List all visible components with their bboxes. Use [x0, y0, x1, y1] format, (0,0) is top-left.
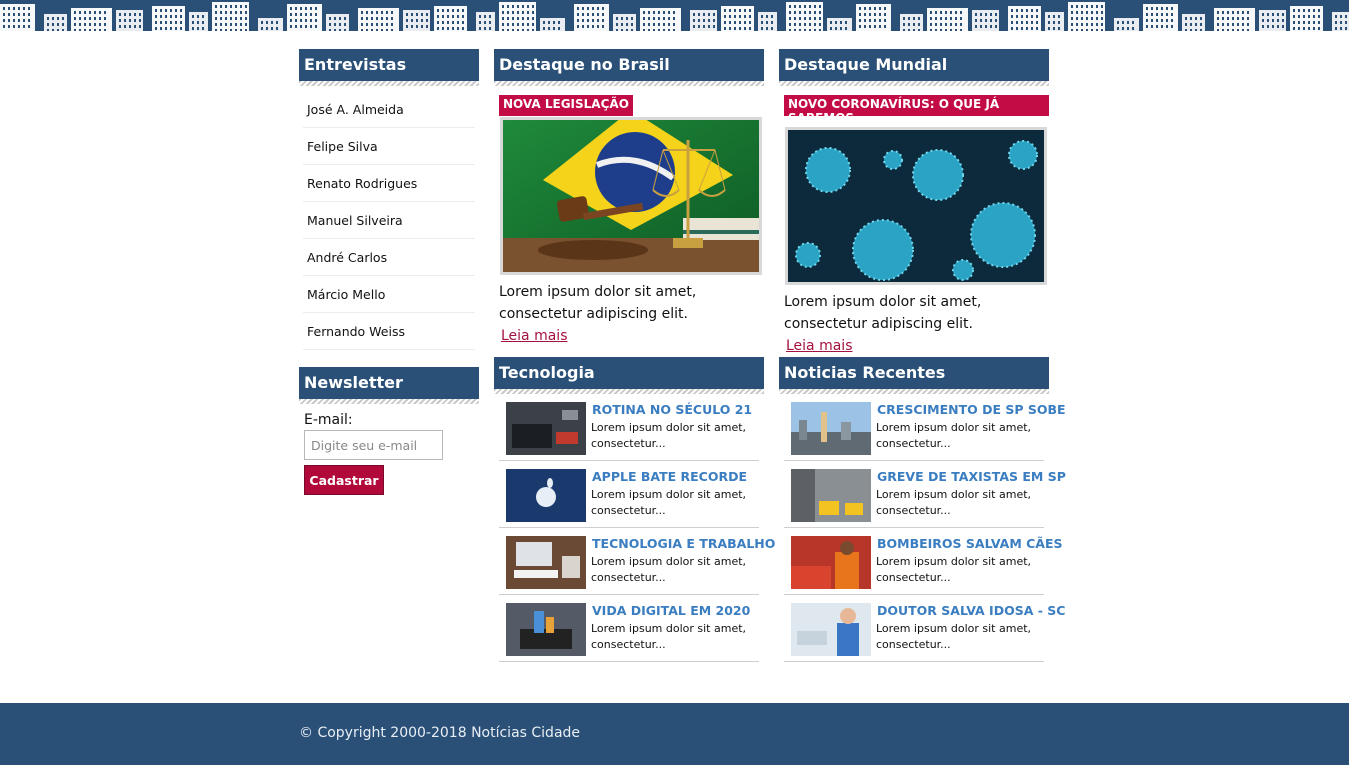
recentes-list: CRESCIMENTO DE SP SOBE Lorem ipsum dolor…: [779, 394, 1066, 662]
read-more-link[interactable]: Leia mais: [501, 325, 764, 347]
news-item[interactable]: BOMBEIROS SALVAM CÃES Lorem ipsum dolor …: [784, 528, 1063, 595]
tecnologia-heading: Tecnologia: [494, 357, 764, 389]
recentes-panel: Noticias Recentes CRESCIMENTO DE SP SOBE…: [779, 357, 1066, 662]
news-item[interactable]: APPLE BATE RECORDE Lorem ipsum dolor sit…: [499, 461, 759, 528]
newsletter-section: Newsletter E-mail: Cadastrar: [299, 367, 479, 495]
news-item[interactable]: ROTINA NO SÉCULO 21 Lorem ipsum dolor si…: [499, 394, 759, 461]
subscribe-button[interactable]: Cadastrar: [304, 465, 384, 495]
city-skyline-banner: [0, 0, 1349, 34]
entrevistas-heading: Entrevistas: [299, 49, 479, 81]
news-item-title[interactable]: DOUTOR SALVA IDOSA - SC: [877, 603, 1065, 618]
news-item-text: Lorem ipsum dolor sit amet, consectetur.…: [876, 488, 1032, 517]
destaque-mundial-panel: Destaque Mundial NOVO CORONAVÍRUS: O QUE…: [779, 49, 1049, 357]
email-label: E-mail:: [304, 412, 353, 428]
news-item-text: Lorem ipsum dolor sit amet, consectetur.…: [591, 622, 747, 651]
news-item-title[interactable]: GREVE DE TAXISTAS EM SP: [877, 469, 1066, 484]
newsletter-heading: Newsletter: [299, 367, 479, 399]
news-item-title[interactable]: ROTINA NO SÉCULO 21: [592, 402, 752, 417]
entrevista-link[interactable]: Fernando Weiss: [303, 313, 475, 350]
taxis-street-thumbnail[interactable]: [791, 469, 871, 522]
news-item-text: Lorem ipsum dolor sit amet, consectetur.…: [876, 421, 1032, 450]
heading-stripe: [494, 81, 764, 86]
entrevista-link[interactable]: Manuel Silveira: [303, 202, 475, 239]
news-item-text: Lorem ipsum dolor sit amet, consectetur.…: [876, 555, 1032, 584]
heading-stripe: [299, 399, 479, 404]
feature-tag[interactable]: NOVA LEGISLAÇÃO: [499, 95, 633, 116]
news-item-text: Lorem ipsum dolor sit amet, consectetur.…: [591, 555, 747, 584]
laptop-desk-thumbnail[interactable]: [506, 402, 586, 455]
news-item-title[interactable]: TECNOLOGIA E TRABALHO: [592, 536, 775, 551]
news-item[interactable]: VIDA DIGITAL EM 2020 Lorem ipsum dolor s…: [499, 595, 759, 662]
destaque-mundial-heading: Destaque Mundial: [779, 49, 1049, 81]
tecnologia-panel: Tecnologia ROTINA NO SÉCULO 21 Lorem ips…: [494, 357, 775, 662]
news-item-title[interactable]: APPLE BATE RECORDE: [592, 469, 747, 484]
sp-skyline-thumbnail[interactable]: [791, 402, 871, 455]
entrevista-link[interactable]: Felipe Silva: [303, 128, 475, 165]
doctor-thumbnail[interactable]: [791, 603, 871, 656]
copyright-text: © Copyright 2000-2018 Notícias Cidade: [299, 725, 581, 741]
firefighter-thumbnail[interactable]: [791, 536, 871, 589]
tecnologia-list: ROTINA NO SÉCULO 21 Lorem ipsum dolor si…: [494, 394, 775, 662]
email-input[interactable]: [304, 430, 443, 460]
coronavirus-image[interactable]: [785, 127, 1047, 285]
read-more-link[interactable]: Leia mais: [786, 335, 1049, 357]
news-item[interactable]: DOUTOR SALVA IDOSA - SC Lorem ipsum dolo…: [784, 595, 1065, 662]
entrevistas-list: José A. Almeida Felipe Silva Renato Rodr…: [299, 91, 479, 350]
feature-summary: Lorem ipsum dolor sit amet, consectetur …: [499, 284, 697, 322]
heading-stripe: [779, 81, 1049, 86]
news-item-text: Lorem ipsum dolor sit amet, consectetur.…: [591, 421, 747, 450]
entrevista-link[interactable]: Márcio Mello: [303, 276, 475, 313]
news-item[interactable]: CRESCIMENTO DE SP SOBE Lorem ipsum dolor…: [784, 394, 1066, 461]
destaque-brasil-heading: Destaque no Brasil: [494, 49, 764, 81]
news-item-text: Lorem ipsum dolor sit amet, consectetur.…: [591, 488, 747, 517]
news-item-title[interactable]: VIDA DIGITAL EM 2020: [592, 603, 750, 618]
feature-summary: Lorem ipsum dolor sit amet, consectetur …: [784, 294, 982, 332]
heading-stripe: [299, 81, 479, 86]
news-item-title[interactable]: CRESCIMENTO DE SP SOBE: [877, 402, 1066, 417]
footer: © Copyright 2000-2018 Notícias Cidade: [0, 703, 1349, 765]
destaque-brasil-panel: Destaque no Brasil NOVA LEGISLAÇÃO Lorem…: [494, 49, 764, 347]
computer-desk-thumbnail[interactable]: [506, 536, 586, 589]
feature-tag[interactable]: NOVO CORONAVÍRUS: O QUE JÁ SABEMOS: [784, 95, 1049, 125]
news-item[interactable]: GREVE DE TAXISTAS EM SP Lorem ipsum dolo…: [784, 461, 1066, 528]
entrevista-link[interactable]: Renato Rodrigues: [303, 165, 475, 202]
news-item[interactable]: TECNOLOGIA E TRABALHO Lorem ipsum dolor …: [499, 528, 775, 595]
apple-logo-thumbnail[interactable]: [506, 469, 586, 522]
news-item-title[interactable]: BOMBEIROS SALVAM CÃES: [877, 536, 1063, 551]
recentes-heading: Noticias Recentes: [779, 357, 1049, 389]
entrevista-link[interactable]: José A. Almeida: [303, 91, 475, 128]
phone-city-thumbnail[interactable]: [506, 603, 586, 656]
brazil-gavel-image[interactable]: [500, 117, 762, 275]
news-item-text: Lorem ipsum dolor sit amet, consectetur.…: [876, 622, 1032, 651]
left-column: Entrevistas José A. Almeida Felipe Silva…: [299, 49, 479, 495]
entrevista-link[interactable]: André Carlos: [303, 239, 475, 276]
